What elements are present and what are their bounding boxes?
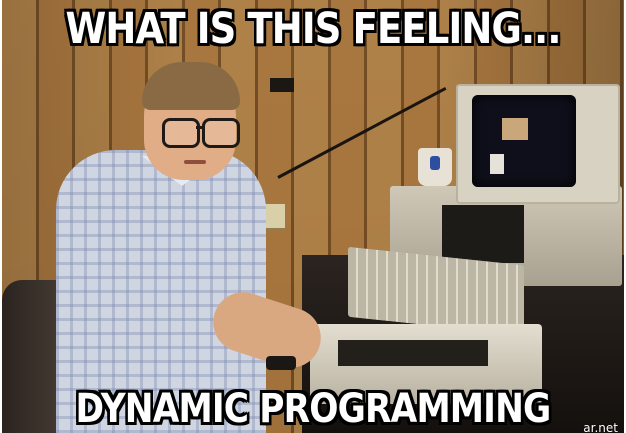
mouth <box>184 160 206 164</box>
glasses-bridge <box>196 126 204 129</box>
printer-paper-slot <box>338 340 488 366</box>
meme-image: WHAT IS THIS FEELING... DYNAMIC PROGRAMM… <box>2 0 624 433</box>
wall-plate <box>270 78 294 92</box>
bottom-caption: DYNAMIC PROGRAMMING <box>75 386 552 432</box>
mug-logo <box>430 156 440 170</box>
watermark: ar.net <box>583 421 618 433</box>
glasses-right-lens <box>202 118 240 148</box>
monitor-screen <box>472 95 576 187</box>
glasses-left-lens <box>162 118 200 148</box>
wristwatch <box>266 356 296 370</box>
screen-photo-small <box>490 154 504 174</box>
screen-photo <box>502 118 528 140</box>
top-caption: WHAT IS THIS FEELING... <box>65 4 561 54</box>
disk-drive <box>442 205 524 263</box>
